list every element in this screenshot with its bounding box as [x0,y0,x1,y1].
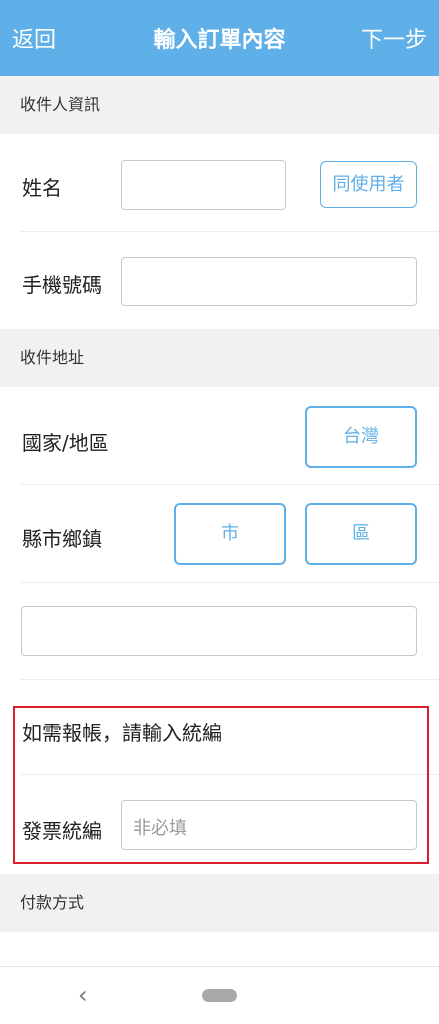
phone-label: 手機號碼 [22,273,102,297]
row-name: 姓名 同使用者 [20,134,439,232]
phone-input[interactable] [121,257,417,306]
row-address-detail [20,583,439,680]
district-select-button[interactable]: 區 [305,503,417,565]
name-input[interactable] [121,160,286,210]
home-pill-icon[interactable] [202,989,237,1002]
app-header: 返回 輸入訂單內容 下一步 [0,0,439,76]
row-country: 國家/地區 台灣 [20,387,439,485]
city-label: 縣市鄉鎮 [22,527,102,551]
country-select-button[interactable]: 台灣 [305,406,417,468]
section-title-payment: 付款方式 [20,893,85,912]
invoice-highlight-frame [13,706,429,864]
system-nav-bar: ‹ [0,966,439,1024]
section-header-payment: 付款方式 [0,874,439,932]
same-as-user-button[interactable]: 同使用者 [320,161,417,208]
country-label: 國家/地區 [22,431,109,455]
section-header-recipient: 收件人資訊 [0,76,439,134]
section-header-address: 收件地址 [0,329,439,387]
row-city: 縣市鄉鎮 市 區 [20,485,439,583]
section-title-address: 收件地址 [20,348,85,367]
section-title-recipient: 收件人資訊 [20,95,101,114]
name-label: 姓名 [22,176,62,200]
chevron-left-icon[interactable]: ‹ [78,981,88,1009]
next-step-button[interactable]: 下一步 [361,22,427,54]
row-phone: 手機號碼 [20,232,439,329]
address-detail-input[interactable] [21,606,417,656]
city-select-button[interactable]: 市 [174,503,286,565]
